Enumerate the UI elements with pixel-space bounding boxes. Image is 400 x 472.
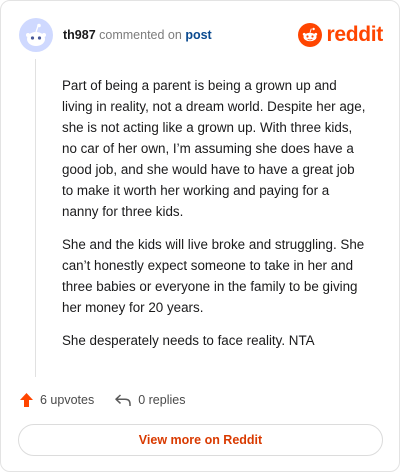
comment-paragraph-3: She desperately needs to face reality. N… bbox=[62, 333, 315, 348]
comment-paragraph-1: Part of being a parent is being a grown … bbox=[62, 78, 366, 219]
comment-meta: th987 commented on post bbox=[63, 28, 212, 42]
reply-arrow-icon bbox=[115, 394, 131, 406]
upvote-arrow-icon bbox=[20, 393, 33, 407]
post-link[interactable]: post bbox=[185, 28, 211, 42]
upvotes-count: 6 upvotes bbox=[40, 393, 95, 407]
comment-header: th987 commented on post reddit bbox=[19, 15, 383, 55]
replies-count: 0 replies bbox=[138, 393, 186, 407]
replies-button[interactable]: 0 replies bbox=[114, 393, 185, 407]
comment-body: Part of being a parent is being a grown … bbox=[62, 75, 368, 363]
thread-line bbox=[35, 59, 36, 377]
comment-embed-card: th987 commented on post reddit Part of b… bbox=[0, 0, 400, 472]
reddit-wordmark: reddit bbox=[326, 23, 383, 46]
reddit-logo-icon bbox=[298, 23, 323, 47]
comment-paragraph-2: She and the kids will live broke and str… bbox=[62, 237, 365, 315]
username-link[interactable]: th987 bbox=[63, 28, 96, 42]
commented-on-text: commented on bbox=[99, 28, 182, 42]
view-more-button[interactable]: View more on Reddit bbox=[18, 424, 383, 456]
upvote-button[interactable]: 6 upvotes bbox=[19, 392, 94, 408]
snoo-avatar-icon[interactable] bbox=[19, 18, 53, 52]
reddit-brand[interactable]: reddit bbox=[298, 23, 383, 47]
comment-actions: 6 upvotes 0 replies bbox=[19, 390, 185, 410]
